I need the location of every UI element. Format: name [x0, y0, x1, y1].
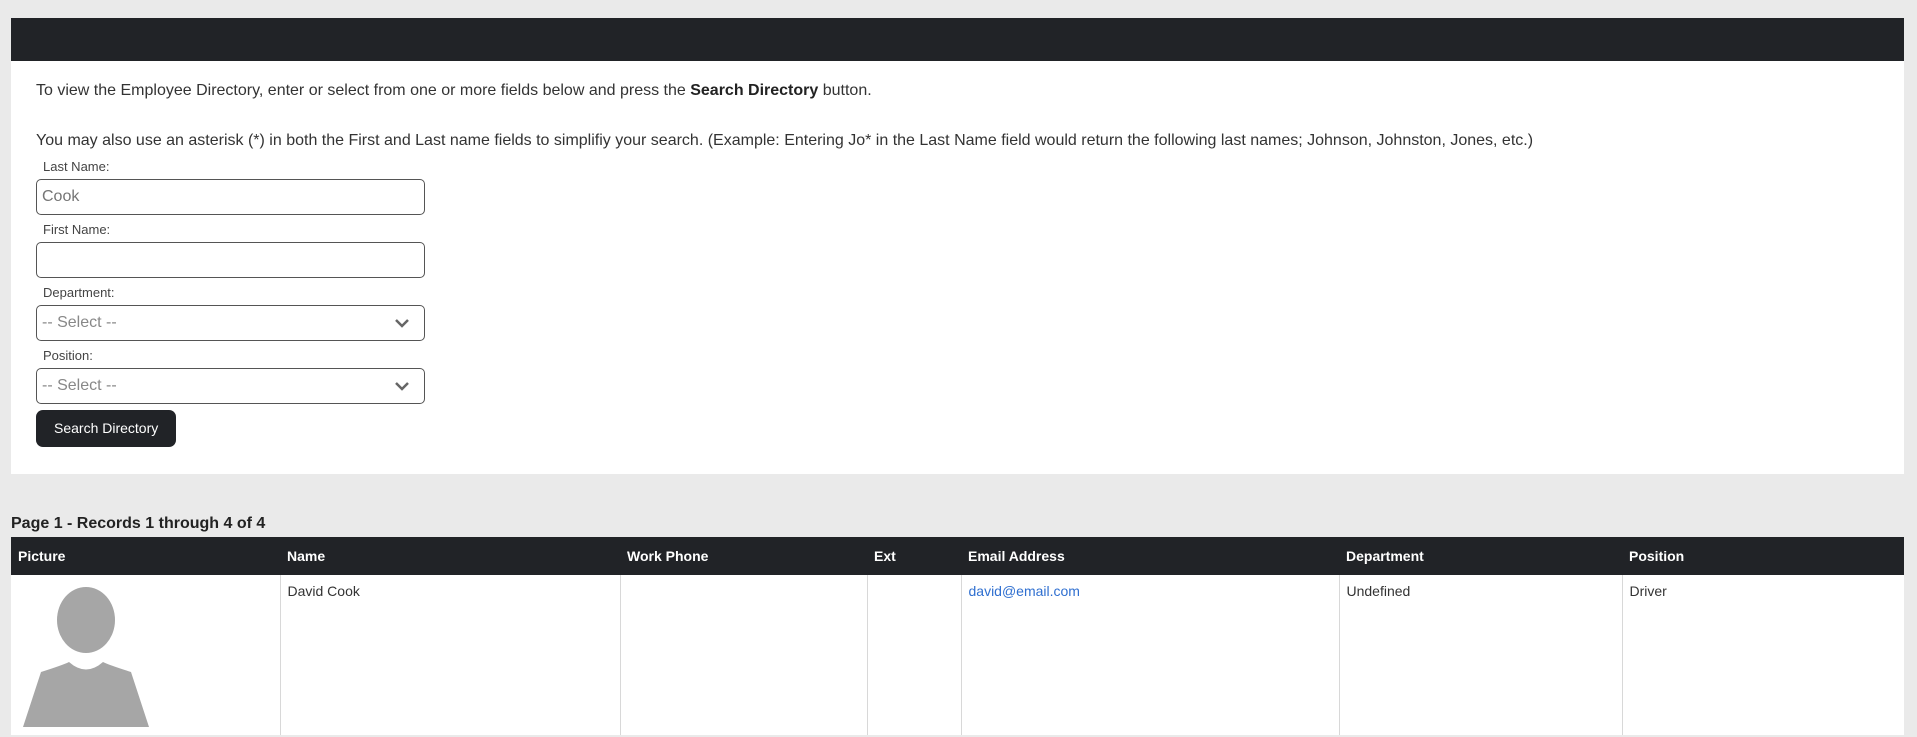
- column-header-position[interactable]: Position: [1622, 537, 1904, 575]
- column-header-work-phone[interactable]: Work Phone: [620, 537, 867, 575]
- table-row: David Cook david@email.com Undefined Dri…: [11, 575, 1904, 735]
- column-header-ext[interactable]: Ext: [867, 537, 961, 575]
- top-header-bar: [11, 18, 1904, 61]
- department-label: Department:: [43, 285, 115, 300]
- search-panel: To view the Employee Directory, enter or…: [11, 61, 1904, 474]
- page: To view the Employee Directory, enter or…: [11, 18, 1904, 735]
- column-header-name[interactable]: Name: [280, 537, 620, 575]
- chevron-down-icon: [395, 382, 409, 391]
- position-select[interactable]: -- Select --: [36, 368, 425, 404]
- last-name-label: Last Name:: [43, 159, 110, 174]
- chevron-down-icon: [395, 319, 409, 328]
- intro-bold-button-name: Search Directory: [690, 82, 819, 99]
- results-header-row: Picture Name Work Phone Ext Email Addres…: [11, 537, 1904, 575]
- cell-ext: [867, 575, 962, 735]
- search-directory-button[interactable]: Search Directory: [36, 410, 177, 447]
- position-label: Position:: [43, 348, 93, 363]
- cell-picture: [11, 575, 281, 735]
- first-name-label: First Name:: [43, 222, 111, 237]
- position-selected-value: -- Select --: [42, 377, 117, 394]
- column-header-email[interactable]: Email Address: [961, 537, 1339, 575]
- results-table: Picture Name Work Phone Ext Email Addres…: [11, 537, 1904, 735]
- first-name-input[interactable]: [36, 242, 425, 278]
- cell-position: Driver: [1622, 575, 1904, 735]
- column-header-department[interactable]: Department: [1339, 537, 1622, 575]
- cell-department: Undefined: [1339, 575, 1623, 735]
- column-header-picture[interactable]: Picture: [11, 537, 280, 575]
- intro-instructions: To view the Employee Directory, enter or…: [36, 82, 872, 99]
- cell-name: David Cook: [280, 575, 621, 735]
- cell-email: david@email.com: [961, 575, 1340, 735]
- department-select[interactable]: -- Select --: [36, 305, 425, 341]
- email-link[interactable]: david@email.com: [969, 583, 1080, 599]
- cell-work-phone: [620, 575, 868, 735]
- last-name-input[interactable]: [36, 179, 425, 215]
- records-summary: Page 1 - Records 1 through 4 of 4: [11, 515, 266, 532]
- avatar-icon: [23, 587, 149, 727]
- department-selected-value: -- Select --: [42, 314, 117, 331]
- intro-asterisk-tip: You may also use an asterisk (*) in both…: [36, 132, 1534, 149]
